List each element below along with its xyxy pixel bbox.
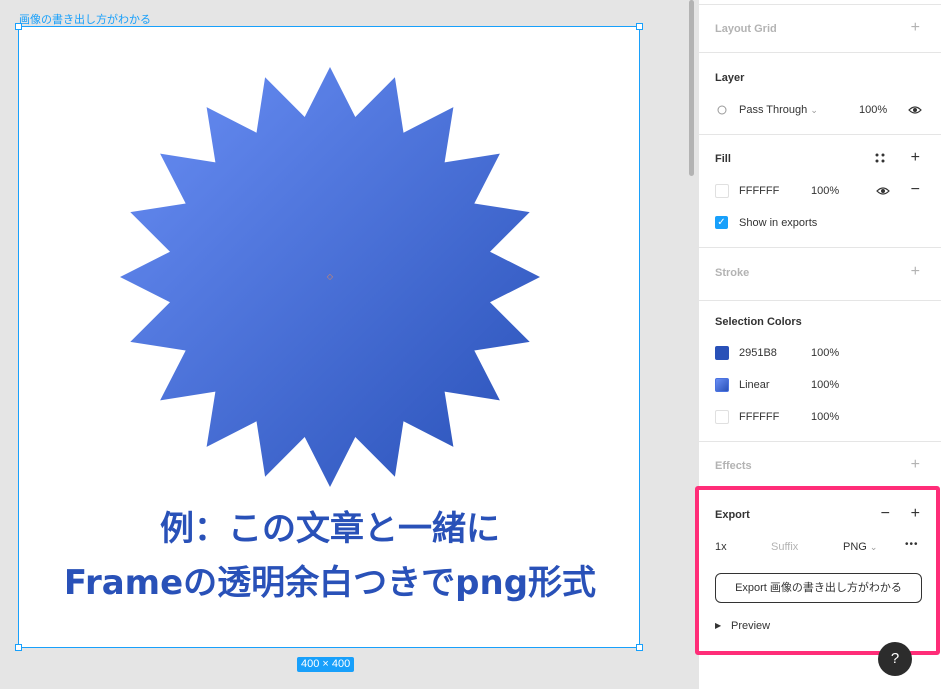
effects-title: Effects — [715, 460, 752, 472]
blend-mode-icon — [717, 105, 727, 115]
frame-label[interactable]: 画像の書き出し方がわかる — [19, 11, 151, 27]
fill-opacity[interactable]: 100% — [811, 185, 839, 197]
selection-colors-title: Selection Colors — [715, 316, 802, 328]
layer-section: Layer Pass Through ⌄ 100% — [699, 53, 941, 135]
eye-icon[interactable] — [908, 105, 922, 115]
blend-mode-dropdown[interactable]: Pass Through ⌄ — [739, 104, 818, 116]
export-highlight-box — [695, 486, 940, 655]
remove-fill-button[interactable]: − — [911, 182, 920, 198]
caption-line-1: 例：この文章と一緒に — [160, 509, 500, 549]
selection-color-opacity[interactable]: 100% — [811, 379, 839, 391]
add-layout-grid-button[interactable]: + — [911, 20, 920, 36]
resize-handle-top-right[interactable] — [636, 23, 643, 30]
selection-color-opacity[interactable]: 100% — [811, 347, 839, 359]
selection-color-label[interactable]: Linear — [739, 379, 770, 391]
show-in-exports-checkbox[interactable]: ✓ — [715, 216, 728, 229]
fill-section: Fill + FFFFFF 100% − ✓ Show in exports — [699, 135, 941, 248]
stroke-section: Stroke + — [699, 248, 941, 301]
caption-line-2: Frameの透明余白つきでpng形式 — [63, 563, 597, 603]
canvas[interactable]: 画像の書き出し方がわかる ◇ 例：この文章と一緒に Frameの透明余白つきでp… — [0, 0, 686, 689]
chevron-down-icon: ⌄ — [810, 105, 818, 115]
selection-colors-section: Selection Colors 2951B8 100% Linear 100%… — [699, 301, 941, 442]
color-swatch-linear[interactable] — [715, 378, 729, 392]
help-button[interactable]: ? — [878, 642, 912, 676]
color-swatch-2951b8[interactable] — [715, 346, 729, 360]
blend-mode-value: Pass Through — [739, 104, 808, 116]
add-fill-button[interactable]: + — [911, 150, 920, 166]
scroll-thumb[interactable] — [689, 0, 694, 176]
add-stroke-button[interactable]: + — [911, 264, 920, 280]
resize-handle-top-left[interactable] — [15, 23, 22, 30]
size-badge: 400 × 400 — [297, 657, 355, 672]
layer-title: Layer — [715, 72, 745, 84]
eye-icon[interactable] — [876, 186, 890, 196]
add-effect-button[interactable]: + — [911, 457, 920, 473]
svg-text:◇: ◇ — [327, 272, 334, 281]
selection-color-opacity[interactable]: 100% — [811, 411, 839, 423]
selection-color-label[interactable]: 2951B8 — [739, 347, 777, 359]
star-shape[interactable]: ◇ — [19, 27, 641, 649]
layer-opacity[interactable]: 100% — [859, 104, 887, 116]
layout-grid-section: Layout Grid + — [699, 0, 941, 53]
resize-handle-bottom-left[interactable] — [15, 644, 22, 651]
fill-styles-icon[interactable] — [875, 153, 885, 163]
layout-grid-title: Layout Grid — [715, 23, 777, 35]
resize-handle-bottom-right[interactable] — [636, 644, 643, 651]
fill-title: Fill — [715, 153, 731, 165]
selection-color-label[interactable]: FFFFFF — [739, 411, 779, 423]
effects-section: Effects + — [699, 442, 941, 486]
show-in-exports-label: Show in exports — [739, 217, 818, 229]
stroke-title: Stroke — [715, 267, 750, 279]
fill-color-value[interactable]: FFFFFF — [739, 185, 779, 197]
color-swatch-ffffff[interactable] — [715, 410, 729, 424]
frame[interactable]: ◇ 例：この文章と一緒に Frameの透明余白つきでpng形式 — [18, 26, 640, 648]
fill-swatch[interactable] — [715, 184, 729, 198]
